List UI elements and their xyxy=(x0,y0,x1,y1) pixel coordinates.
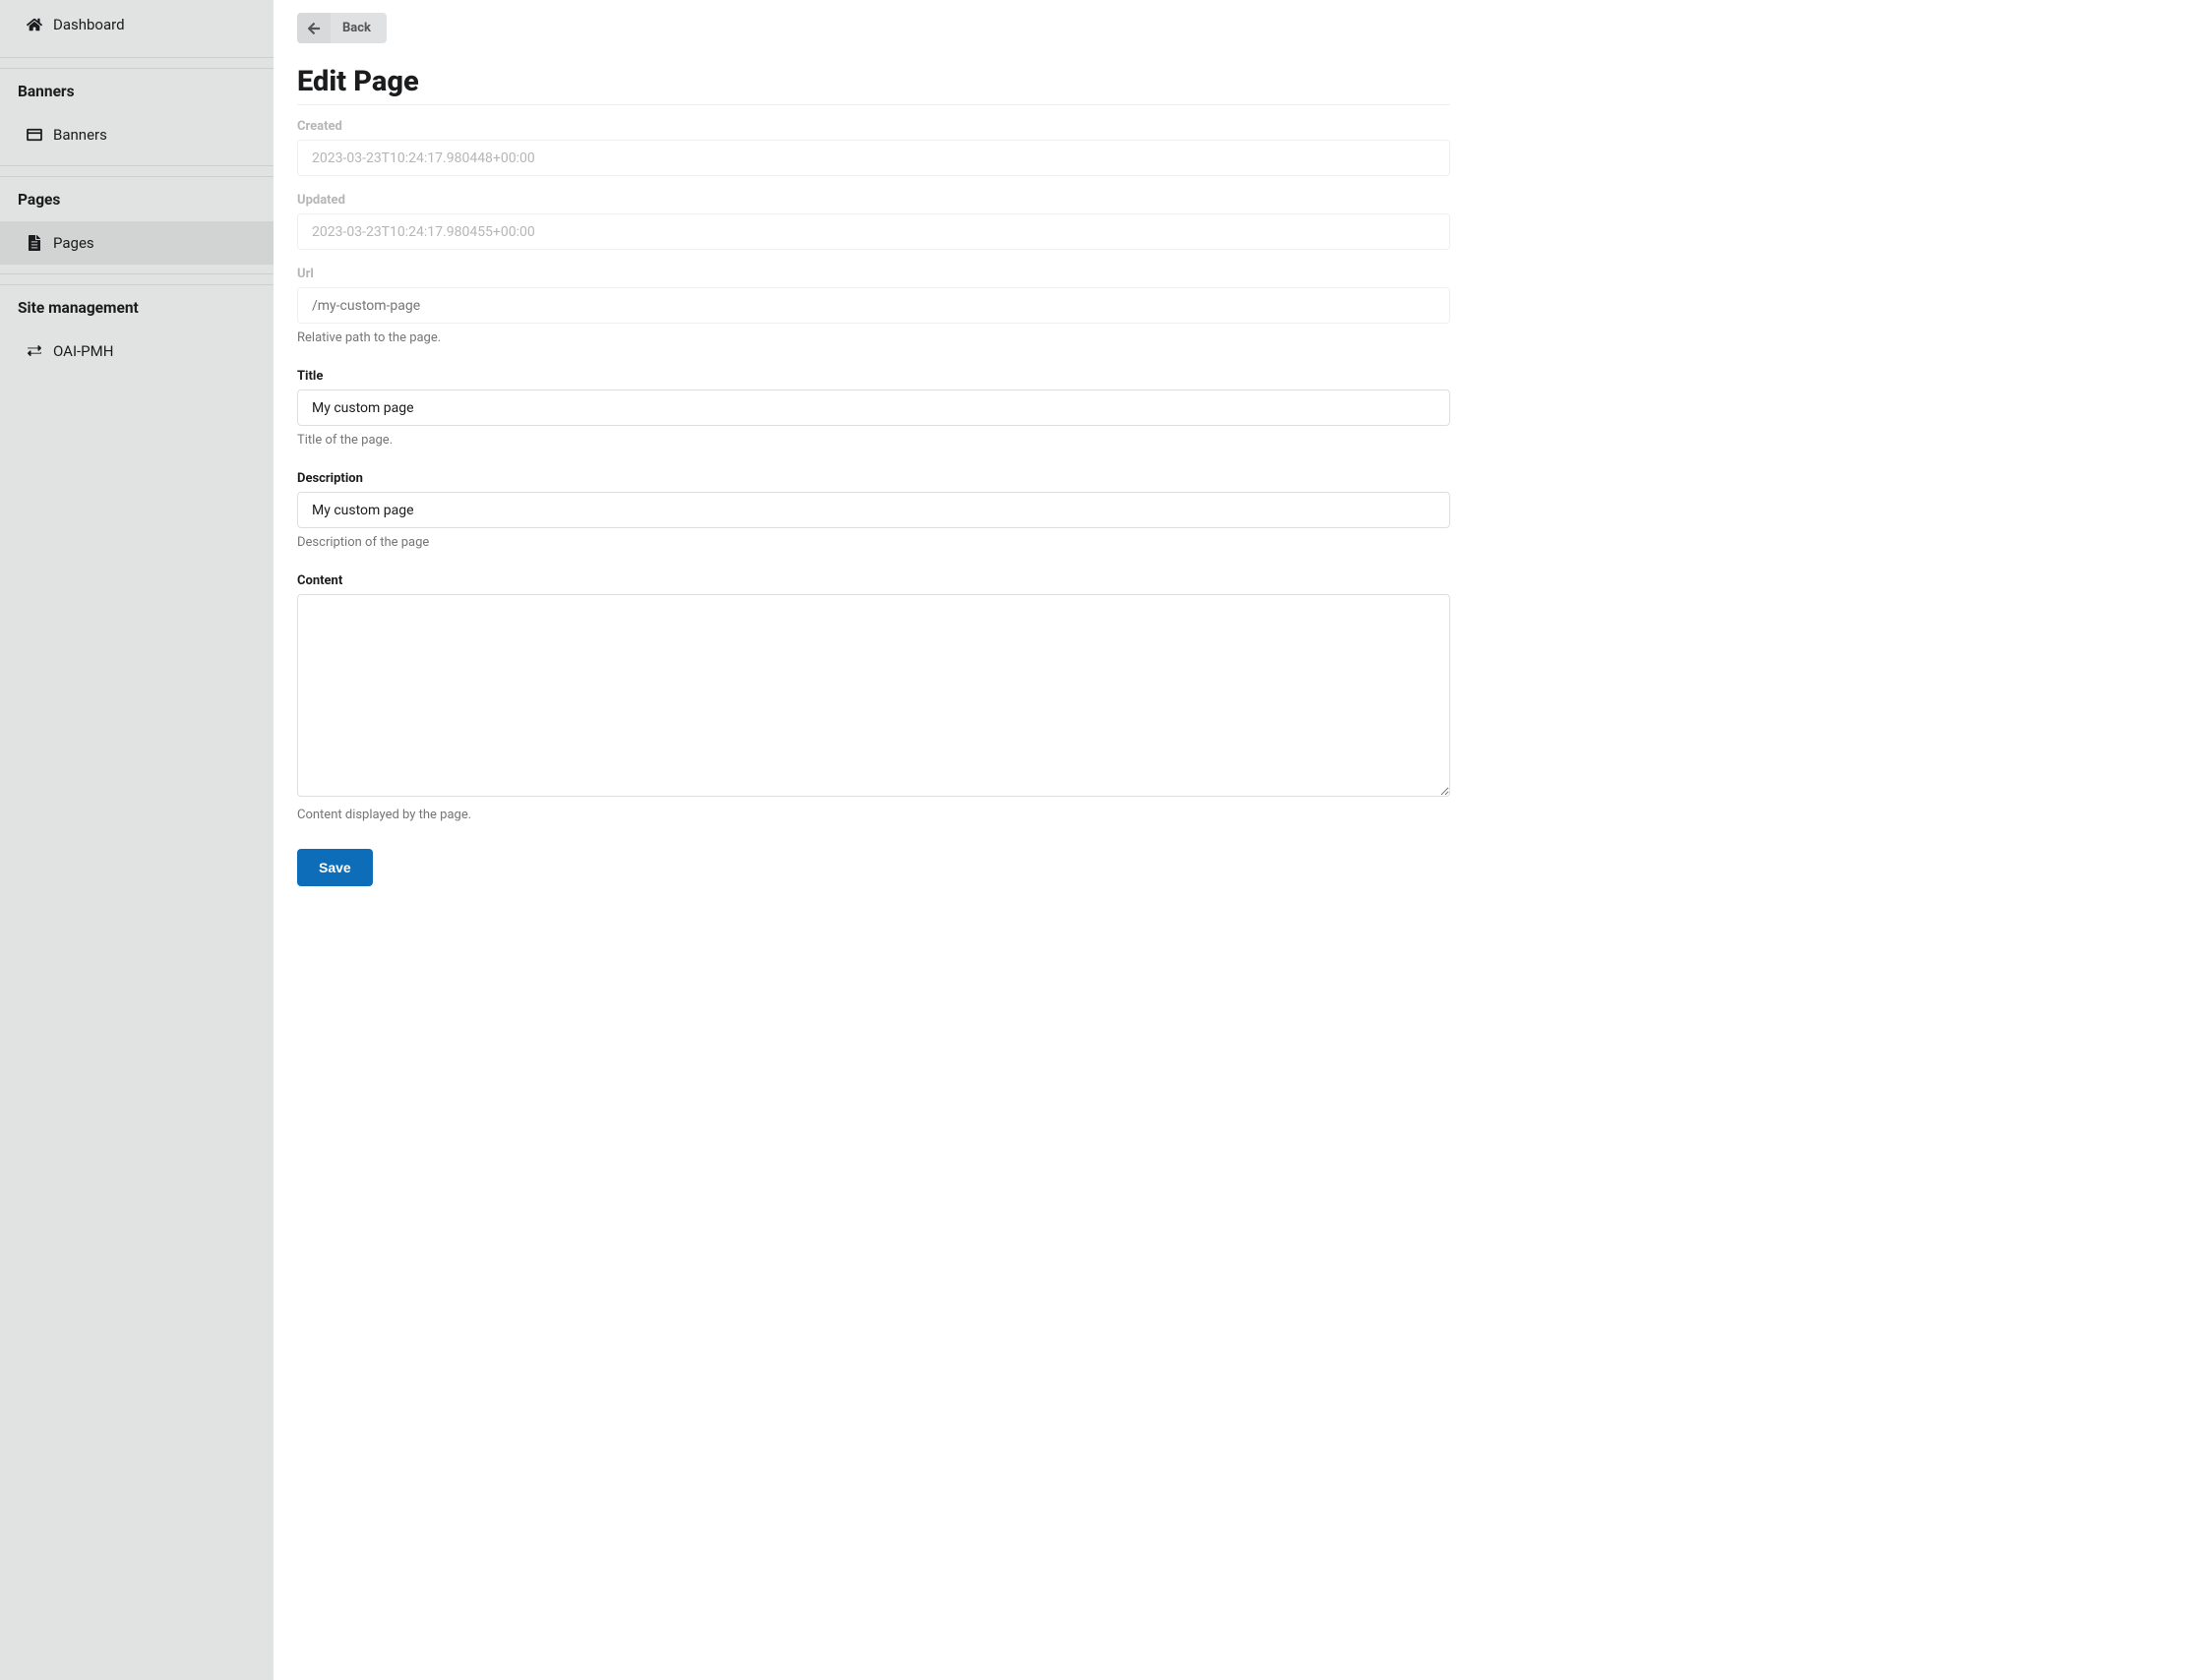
field-created: Created xyxy=(297,119,1450,176)
help-url: Relative path to the page. xyxy=(297,330,1450,345)
label-title: Title xyxy=(297,369,1450,384)
card-icon xyxy=(24,128,45,142)
home-icon xyxy=(24,17,45,32)
label-content: Content xyxy=(297,573,1450,588)
label-description: Description xyxy=(297,471,1450,486)
sidebar: Dashboard Banners Banners Pages Pages Si… xyxy=(0,0,274,1680)
sidebar-item-pages[interactable]: Pages xyxy=(0,221,274,265)
label-created: Created xyxy=(297,119,1450,134)
main-content: Back Edit Page Created Updated Url Relat… xyxy=(274,0,1474,1680)
exchange-icon xyxy=(24,344,45,358)
field-url: Url Relative path to the page. xyxy=(297,267,1450,345)
help-title: Title of the page. xyxy=(297,433,1450,448)
sidebar-item-dashboard[interactable]: Dashboard xyxy=(0,2,274,47)
label-url: Url xyxy=(297,267,1450,281)
input-description[interactable] xyxy=(297,492,1450,528)
sidebar-section-banners: Banners xyxy=(0,68,274,113)
sidebar-section-site-management: Site management xyxy=(0,284,274,330)
sidebar-item-banners[interactable]: Banners xyxy=(0,113,274,156)
input-created xyxy=(297,140,1450,176)
label-updated: Updated xyxy=(297,193,1450,208)
sidebar-item-oaipmh[interactable]: OAI-PMH xyxy=(0,330,274,373)
help-content: Content displayed by the page. xyxy=(297,808,1450,822)
field-description: Description Description of the page xyxy=(297,471,1450,550)
textarea-content[interactable] xyxy=(297,594,1450,797)
save-button[interactable]: Save xyxy=(297,849,373,886)
page-title: Edit Page xyxy=(297,65,1450,105)
field-content: Content Content displayed by the page. xyxy=(297,573,1450,822)
field-updated: Updated xyxy=(297,193,1450,250)
back-button[interactable]: Back xyxy=(297,13,387,43)
sidebar-section-pages: Pages xyxy=(0,176,274,221)
back-button-label: Back xyxy=(331,13,387,43)
sidebar-item-label: OAI-PMH xyxy=(53,342,113,360)
input-updated xyxy=(297,213,1450,250)
sidebar-item-label: Dashboard xyxy=(53,16,125,33)
arrow-left-icon xyxy=(297,13,331,43)
field-title: Title Title of the page. xyxy=(297,369,1450,448)
input-url xyxy=(297,287,1450,324)
sidebar-item-label: Banners xyxy=(53,126,107,144)
input-title[interactable] xyxy=(297,390,1450,426)
sidebar-item-label: Pages xyxy=(53,234,94,252)
file-icon xyxy=(24,235,45,251)
help-description: Description of the page xyxy=(297,535,1450,550)
